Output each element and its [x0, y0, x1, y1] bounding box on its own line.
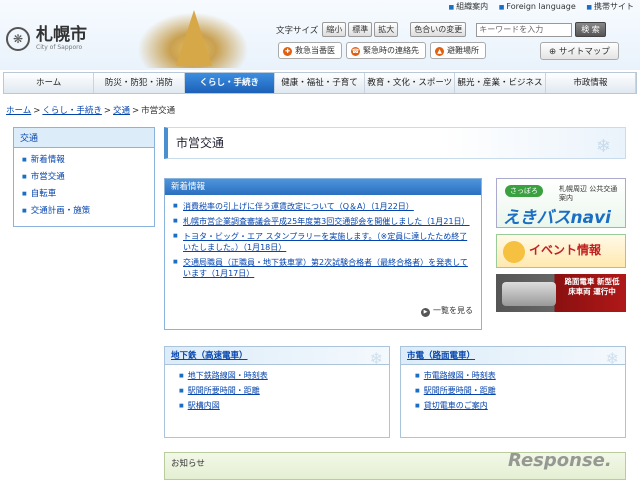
ekibus-badge: さっぽろ [505, 185, 543, 197]
response-watermark: Response. [508, 450, 612, 471]
subway-panel: 地下鉄（高速電車） ❄ 地下鉄路線図・時刻表 駅間所要時間・距離 駅構内図 [164, 346, 390, 438]
search-button[interactable]: 検 索 [575, 22, 606, 37]
tram-title: 路面電車 新型低床車両 運行中 [564, 277, 620, 296]
font-small-button[interactable]: 縮小 [322, 22, 347, 37]
news-heading: 新着情報 [165, 179, 481, 195]
tram-link[interactable]: 貸切電車のご案内 [415, 400, 625, 411]
subway-heading[interactable]: 地下鉄（高速電車） [165, 347, 389, 365]
news-item[interactable]: 消費税率の引上げに伴う運賃改定について（Q＆A）（1月22日） [173, 201, 473, 212]
foreign-language-link[interactable]: Foreign language [499, 2, 576, 11]
event-mascot-icon [503, 241, 525, 263]
notice-heading: お知らせ [171, 459, 205, 469]
news-item[interactable]: 交通局職員（正職員・地下鉄車掌）第2次試験合格者（最終合格者）を発表しています（… [173, 257, 473, 279]
emergency-icon: ✚ [283, 47, 292, 56]
emergency-contact-link[interactable]: ☎ 緊急時の連絡先 [346, 42, 426, 59]
nav-home[interactable]: ホーム [4, 73, 95, 93]
ekibus-banner[interactable]: さっぽろ 札幌周辺 公共交通案内 えきバスnavi [496, 178, 626, 228]
sidebar: 交通 新着情報 市営交通 自転車 交通計画・施策 [13, 127, 155, 227]
city-name: 札幌市 [36, 25, 87, 45]
tram-link[interactable]: 市電路線図・時刻表 [415, 370, 625, 381]
nav-tourism[interactable]: 観光・産業・ビジネス [455, 73, 546, 93]
tram-link[interactable]: 駅間所要時間・距離 [415, 385, 625, 396]
breadcrumb-living[interactable]: くらし・手続き [42, 106, 102, 116]
global-nav: ホーム 防災・防犯・消防 くらし・手続き 健康・福祉・子育て 教育・文化・スポー… [3, 72, 637, 94]
nav-health[interactable]: 健康・福祉・子育て [275, 73, 366, 93]
tram-panel: 市電（路面電車） ❄ 市電路線図・時刻表 駅間所要時間・距離 貸切電車のご案内 [400, 346, 626, 438]
font-size-label: 文字サイズ [276, 25, 319, 36]
nav-living[interactable]: くらし・手続き [184, 73, 275, 93]
news-item[interactable]: トヨタ・ビッグ・エア スタンプラリーを実施します。（※定員に達したため終了いたし… [173, 231, 473, 253]
city-logo[interactable]: ❋ 札幌市 City of Sapporo [6, 26, 87, 51]
city-name-en: City of Sapporo [36, 44, 83, 51]
city-emblem-icon: ❋ [6, 26, 30, 51]
page-title: 市営交通 ❄ [164, 127, 626, 159]
snowflake-icon: ❄ [595, 136, 611, 157]
christmas-tree-image [128, 6, 258, 68]
emergency-doctor-link[interactable]: ✚ 救急当番医 [278, 42, 342, 59]
font-standard-button[interactable]: 標準 [348, 22, 373, 37]
mobile-site-link[interactable]: 携帯サイト [586, 2, 634, 11]
ekibus-title: えきバスnavi [503, 208, 611, 228]
breadcrumb-current: 市営交通 [141, 106, 176, 116]
subway-link[interactable]: 駅間所要時間・距離 [179, 385, 389, 396]
sitemap-icon: ⊕ [549, 47, 557, 57]
search-input[interactable]: キーワードを入力 [476, 22, 573, 37]
news-item[interactable]: 札幌市営企業調査審議会平成25年度第3回交通部会を開催しました（1月21日） [173, 216, 473, 227]
font-large-button[interactable]: 拡大 [374, 22, 399, 37]
sidebar-item-planning[interactable]: 交通計画・施策 [22, 204, 146, 216]
utility-links: 組織案内 Foreign language 携帯サイト [440, 1, 634, 12]
sidebar-item-city-transit[interactable]: 市営交通 [22, 170, 146, 182]
tram-image [502, 282, 556, 306]
event-title: イベント情報 [529, 243, 602, 257]
sidebar-item-news[interactable]: 新着情報 [22, 153, 146, 165]
snowflake-icon: ❄ [369, 349, 383, 368]
nav-disaster[interactable]: 防災・防犯・消防 [94, 73, 185, 93]
ekibus-sub: 札幌周辺 公共交通案内 [559, 185, 618, 202]
evacuation-link[interactable]: ▲ 避難場所 [430, 42, 486, 59]
sidebar-heading[interactable]: 交通 [14, 128, 154, 148]
event-banner[interactable]: イベント情報 [496, 234, 626, 268]
emergency-links: ✚ 救急当番医 ☎ 緊急時の連絡先 ▲ 避難場所 [278, 42, 490, 59]
nav-cityinfo[interactable]: 市政情報 [546, 73, 636, 93]
nav-education[interactable]: 教育・文化・スポーツ [365, 73, 456, 93]
breadcrumb: ホーム > くらし・手続き > 交通 > 市営交通 [6, 106, 176, 116]
org-info-link[interactable]: 組織案内 [448, 2, 488, 11]
sitemap-button[interactable]: ⊕ サイトマップ [540, 42, 619, 60]
snowflake-icon: ❄ [605, 349, 619, 368]
evacuation-icon: ▲ [435, 47, 444, 56]
tram-heading[interactable]: 市電（路面電車） [401, 347, 625, 365]
subway-link[interactable]: 駅構内図 [179, 400, 389, 411]
news-panel: 新着情報 消費税率の引上げに伴う運賃改定について（Q＆A）（1月22日） 札幌市… [164, 178, 482, 330]
subway-link[interactable]: 地下鉄路線図・時刻表 [179, 370, 389, 381]
sidebar-item-bicycle[interactable]: 自転車 [22, 187, 146, 199]
header-tools: 文字サイズ 縮小 標準 拡大 色合いの変更 キーワードを入力 検 索 [276, 22, 606, 37]
breadcrumb-home[interactable]: ホーム [6, 106, 31, 116]
header: 組織案内 Foreign language 携帯サイト ❋ 札幌市 City o… [0, 0, 640, 70]
color-change-button[interactable]: 色合いの変更 [410, 22, 467, 37]
breadcrumb-transport[interactable]: 交通 [113, 106, 130, 116]
tram-banner[interactable]: 路面電車 新型低床車両 運行中 [496, 274, 626, 312]
news-more-link[interactable]: 一覧を見る [421, 305, 473, 317]
phone-icon: ☎ [351, 47, 360, 56]
